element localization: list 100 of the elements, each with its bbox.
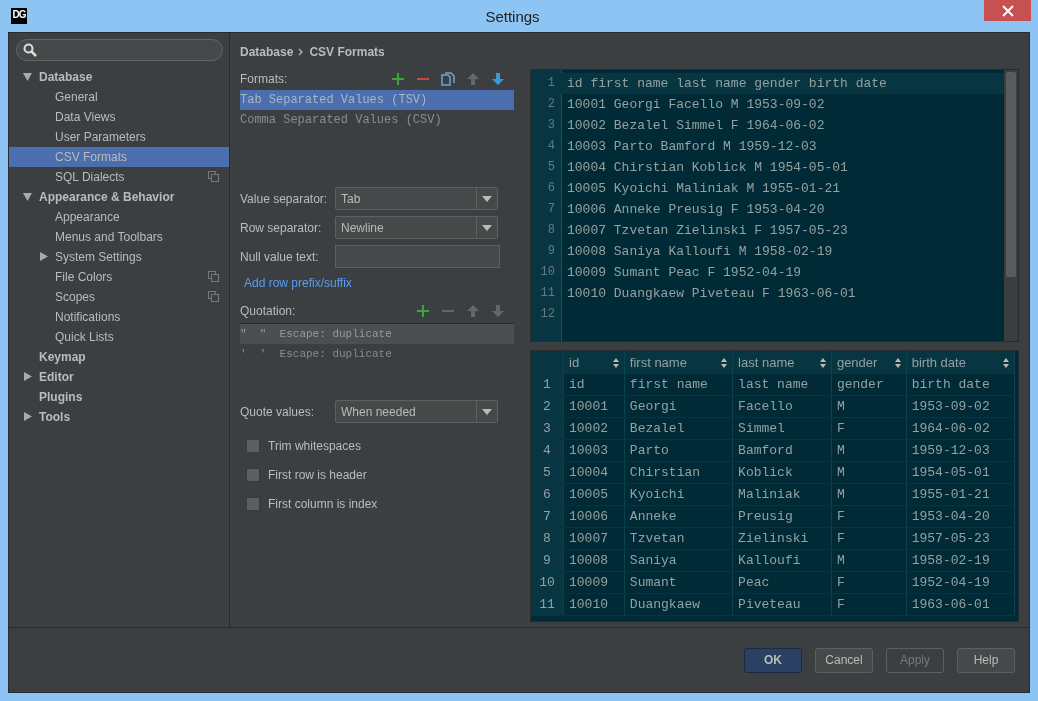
dropdown[interactable]: Tab	[335, 187, 498, 210]
table-cell: M	[831, 439, 907, 462]
table-cell: 1953-04-20	[906, 505, 1015, 528]
tree-item[interactable]: User Parameters	[9, 127, 229, 147]
table-cell: 1952-04-19	[906, 571, 1015, 594]
line-number: 10	[539, 264, 556, 281]
close-button[interactable]	[984, 0, 1031, 21]
dropdown-arrow-icon	[482, 195, 492, 202]
quotation-item[interactable]: " " Escape: duplicate	[240, 324, 514, 344]
checkbox[interactable]	[246, 438, 260, 453]
sort-icon	[721, 357, 728, 368]
tree-item[interactable]: Keymap	[9, 347, 229, 367]
code-editor[interactable]	[530, 69, 1019, 342]
tree-item[interactable]: Menus and Toolbars	[9, 227, 229, 247]
tree-item[interactable]: Tools	[9, 407, 229, 427]
tree-item[interactable]: Quick Lists	[9, 327, 229, 347]
search-icon	[23, 43, 37, 57]
table-cell: Facello	[732, 395, 832, 418]
code-line: 10006 Anneke Preusig F 1953-04-20	[566, 202, 825, 217]
tree-item[interactable]: System Settings	[9, 247, 229, 267]
link[interactable]: Add row prefix/suffix	[244, 276, 352, 292]
line-number: 6	[546, 180, 556, 197]
tree-item[interactable]: SQL Dialects	[9, 167, 229, 187]
row-number: 3	[531, 417, 564, 440]
tree-item[interactable]: Editor	[9, 367, 229, 387]
table-cell: Peac	[732, 571, 832, 594]
format-item[interactable]: Comma Separated Values (CSV)	[240, 110, 514, 130]
column-header[interactable]: gender	[831, 351, 907, 374]
table-cell: F	[831, 527, 907, 550]
expand-icon	[23, 412, 33, 422]
code-line: 10008 Saniya Kalloufi M 1958-02-19	[566, 244, 833, 259]
dialog-button[interactable]: OK	[744, 647, 802, 673]
row-number: 4	[531, 439, 564, 462]
tree-item[interactable]: Appearance	[9, 207, 229, 227]
tree-item[interactable]: Database	[9, 67, 229, 87]
dropdown-arrow-icon	[482, 224, 492, 231]
row-number: 10	[531, 571, 564, 594]
table-cell: 1963-06-01	[906, 593, 1015, 616]
table-cell: Preusig	[732, 505, 832, 528]
field-label: Null value text:	[240, 249, 320, 264]
line-number: 12	[539, 306, 556, 323]
table-cell: Kyoichi	[624, 483, 733, 506]
table-cell: birth date	[906, 374, 1015, 396]
section-label: Quotation:	[240, 304, 296, 318]
table-cell: Sumant	[624, 571, 733, 594]
chevron-icon	[298, 48, 305, 56]
row-number: 1	[531, 374, 564, 396]
dialog-button[interactable]: Help	[957, 647, 1015, 673]
dropdown[interactable]: Newline	[335, 216, 498, 239]
tree-item[interactable]: Scopes	[9, 287, 229, 307]
checkbox[interactable]	[246, 467, 260, 482]
code-line: 10010 Duangkaew Piveteau F 1963-06-01	[566, 286, 856, 301]
close-icon	[1001, 4, 1014, 17]
code-line: 10003 Parto Bamford M 1959-12-03	[566, 139, 817, 154]
field-label: Value separator:	[240, 191, 329, 206]
column-header[interactable]: birth date	[906, 351, 1015, 374]
code-line: 10009 Sumant Peac F 1952-04-19	[566, 265, 802, 280]
tree-item[interactable]: Notifications	[9, 307, 229, 327]
tree-item[interactable]: Data Views	[9, 107, 229, 127]
dropdown[interactable]: When needed	[335, 400, 498, 423]
input-field[interactable]	[335, 245, 500, 268]
table-cell: last name	[732, 374, 832, 396]
copy-icon[interactable]	[438, 69, 458, 89]
table-cell: M	[831, 549, 907, 572]
line-number: 4	[546, 138, 556, 155]
row-number: 8	[531, 527, 564, 550]
column-header[interactable]: id	[563, 351, 625, 374]
tree-item[interactable]: Plugins	[9, 387, 229, 407]
scrollbar-thumb[interactable]	[1006, 72, 1016, 277]
table-cell: Koblick	[732, 461, 832, 484]
dropdown-arrow-icon	[482, 408, 492, 415]
checkbox-label: Trim whitespaces	[268, 438, 361, 453]
table-cell: 10008	[563, 549, 625, 572]
checkbox-label: First column is index	[268, 496, 378, 511]
table-cell: 10007	[563, 527, 625, 550]
row-number: 6	[531, 483, 564, 506]
table-cell: Tzvetan	[624, 527, 733, 550]
column-header[interactable]: last name	[732, 351, 832, 374]
dialog-button[interactable]: Cancel	[815, 647, 873, 673]
app-logo: DG	[11, 8, 27, 24]
line-number: 11	[539, 285, 556, 302]
tree-item[interactable]: Appearance & Behavior	[9, 187, 229, 207]
collapse-icon	[23, 72, 33, 82]
table-cell: 10001	[563, 395, 625, 418]
field-label: Row separator:	[240, 220, 323, 235]
tree-item[interactable]: File Colors	[9, 267, 229, 287]
table-cell: 10006	[563, 505, 625, 528]
tree-item[interactable]: General	[9, 87, 229, 107]
table-cell: M	[831, 483, 907, 506]
code-line: 10001 Georgi Facello M 1953-09-02	[566, 97, 825, 112]
window-title: Settings	[484, 7, 541, 25]
row-number: 9	[531, 549, 564, 572]
table-cell: Anneke	[624, 505, 733, 528]
column-header[interactable]: first name	[624, 351, 733, 374]
sort-icon	[1003, 357, 1009, 368]
search-field[interactable]	[16, 39, 223, 61]
quotation-item[interactable]: ' ' Escape: duplicate	[240, 344, 514, 364]
breadcrumb-item: CSV Formats	[309, 45, 385, 59]
checkbox[interactable]	[246, 496, 260, 511]
table-cell: 10002	[563, 417, 625, 440]
